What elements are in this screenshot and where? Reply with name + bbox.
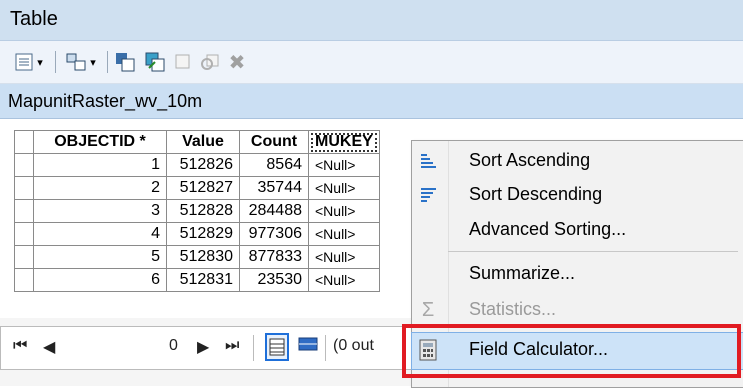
select-by-attributes-button[interactable] bbox=[112, 50, 138, 74]
menu-item-label: Summarize... bbox=[469, 263, 576, 283]
row-selector-header[interactable] bbox=[14, 130, 34, 154]
nav-separator bbox=[253, 335, 254, 361]
switch-selection-icon bbox=[145, 52, 165, 72]
chevron-down-icon: ▾ bbox=[37, 56, 43, 69]
sort-ascending-icon bbox=[416, 149, 440, 173]
previous-record-icon[interactable]: ◀ bbox=[43, 337, 55, 357]
sort-descending-icon bbox=[416, 183, 440, 207]
menu-item-summarize[interactable]: Summarize... bbox=[412, 257, 743, 291]
highlight-annotation bbox=[402, 324, 741, 378]
table-toolbar: ▾ ▾ ✖ bbox=[0, 41, 743, 84]
menu-item-advanced-sorting[interactable]: Advanced Sorting... bbox=[412, 213, 743, 247]
cell-objectid[interactable]: 1 bbox=[33, 153, 167, 177]
clear-selection-icon bbox=[175, 54, 190, 69]
cell-objectid[interactable]: 4 bbox=[33, 222, 167, 246]
column-header-mukey[interactable]: MUKEY bbox=[308, 130, 380, 154]
table-row[interactable]: 1 512826 8564 <Null> bbox=[14, 153, 380, 177]
cell-value[interactable]: 512829 bbox=[166, 222, 240, 246]
record-navigator: ⏮ ◀ 0 ▶ ⏭ (0 out bbox=[0, 326, 432, 370]
cell-value[interactable]: 512826 bbox=[166, 153, 240, 177]
cell-count[interactable]: 284488 bbox=[239, 199, 309, 223]
menu-item-label: Sort Ascending bbox=[469, 150, 591, 170]
cell-value[interactable]: 512828 bbox=[166, 199, 240, 223]
related-tables-button[interactable]: ▾ bbox=[60, 50, 102, 74]
cell-count[interactable]: 877833 bbox=[239, 245, 309, 269]
show-all-records-button[interactable] bbox=[265, 333, 289, 361]
menu-item-statistics[interactable]: Σ Statistics... bbox=[412, 293, 743, 327]
table-row[interactable]: 5 512830 877833 <Null> bbox=[14, 245, 380, 269]
cell-objectid[interactable]: 5 bbox=[33, 245, 167, 269]
chevron-down-icon: ▾ bbox=[90, 56, 96, 69]
last-record-icon[interactable]: ⏭ bbox=[225, 337, 239, 355]
zoom-to-selected-icon bbox=[201, 54, 219, 70]
row-selector[interactable] bbox=[14, 268, 34, 292]
cell-count[interactable]: 35744 bbox=[239, 176, 309, 200]
row-selector[interactable] bbox=[14, 199, 34, 223]
row-selector[interactable] bbox=[14, 176, 34, 200]
cell-value[interactable]: 512831 bbox=[166, 268, 240, 292]
cell-mukey[interactable]: <Null> bbox=[308, 245, 380, 269]
window-title-bar: Table bbox=[0, 0, 743, 41]
toolbar-separator bbox=[107, 51, 108, 73]
delete-selected-icon: ✖ bbox=[228, 51, 246, 74]
cell-value[interactable]: 512827 bbox=[166, 176, 240, 200]
table-header-row: OBJECTID * Value Count MUKEY bbox=[14, 130, 380, 154]
column-header-objectid[interactable]: OBJECTID * bbox=[33, 130, 167, 154]
table-row[interactable]: 4 512829 977306 <Null> bbox=[14, 222, 380, 246]
delete-selected-button[interactable]: ✖ bbox=[226, 50, 248, 74]
sigma-icon: Σ bbox=[421, 298, 435, 321]
switch-selection-button[interactable] bbox=[142, 50, 168, 74]
show-selected-records-icon bbox=[298, 337, 318, 351]
selection-status: (0 out bbox=[333, 337, 374, 354]
clear-selection-button[interactable] bbox=[172, 50, 194, 74]
cell-count[interactable]: 23530 bbox=[239, 268, 309, 292]
cell-mukey[interactable]: <Null> bbox=[308, 176, 380, 200]
cell-objectid[interactable]: 2 bbox=[33, 176, 167, 200]
menu-item-sort-ascending[interactable]: Sort Ascending bbox=[412, 144, 743, 178]
table-row[interactable]: 6 512831 23530 <Null> bbox=[14, 268, 380, 292]
menu-item-label: Advanced Sorting... bbox=[469, 219, 627, 239]
menu-separator bbox=[448, 251, 738, 252]
cell-mukey[interactable]: <Null> bbox=[308, 153, 380, 177]
column-header-count[interactable]: Count bbox=[239, 130, 309, 154]
cell-count[interactable]: 8564 bbox=[239, 153, 309, 177]
show-all-records-icon bbox=[269, 338, 285, 356]
table-tab[interactable]: MapunitRaster_wv_10m bbox=[0, 84, 743, 119]
row-selector[interactable] bbox=[14, 222, 34, 246]
cell-value[interactable]: 512830 bbox=[166, 245, 240, 269]
table-options-icon bbox=[15, 53, 33, 71]
cell-objectid[interactable]: 3 bbox=[33, 199, 167, 223]
cell-objectid[interactable]: 6 bbox=[33, 268, 167, 292]
show-selected-records-button[interactable] bbox=[297, 335, 321, 359]
cell-mukey[interactable]: <Null> bbox=[308, 222, 380, 246]
cell-count[interactable]: 977306 bbox=[239, 222, 309, 246]
row-selector[interactable] bbox=[14, 153, 34, 177]
table-row[interactable]: 3 512828 284488 <Null> bbox=[14, 199, 380, 223]
first-record-icon[interactable]: ⏮ bbox=[13, 337, 27, 355]
menu-item-label: Statistics... bbox=[469, 299, 557, 319]
related-tables-icon bbox=[66, 53, 86, 71]
menu-item-sort-descending[interactable]: Sort Descending bbox=[412, 178, 743, 212]
row-selector[interactable] bbox=[14, 245, 34, 269]
attribute-table: OBJECTID * Value Count MUKEY 1 512826 85… bbox=[14, 130, 380, 292]
toolbar-separator bbox=[55, 51, 56, 73]
window-title: Table bbox=[10, 8, 58, 30]
select-by-attributes-icon bbox=[116, 53, 135, 72]
menu-item-label: Sort Descending bbox=[469, 184, 603, 204]
table-row[interactable]: 2 512827 35744 <Null> bbox=[14, 176, 380, 200]
cell-mukey[interactable]: <Null> bbox=[308, 199, 380, 223]
cell-mukey[interactable]: <Null> bbox=[308, 268, 380, 292]
table-tab-label: MapunitRaster_wv_10m bbox=[8, 91, 203, 111]
nav-separator bbox=[325, 335, 326, 361]
next-record-icon[interactable]: ▶ bbox=[197, 337, 209, 357]
column-header-value[interactable]: Value bbox=[166, 130, 240, 154]
current-record-field[interactable]: 0 bbox=[169, 337, 178, 355]
zoom-to-selected-button[interactable] bbox=[198, 50, 222, 74]
table-options-button[interactable]: ▾ bbox=[8, 50, 50, 74]
